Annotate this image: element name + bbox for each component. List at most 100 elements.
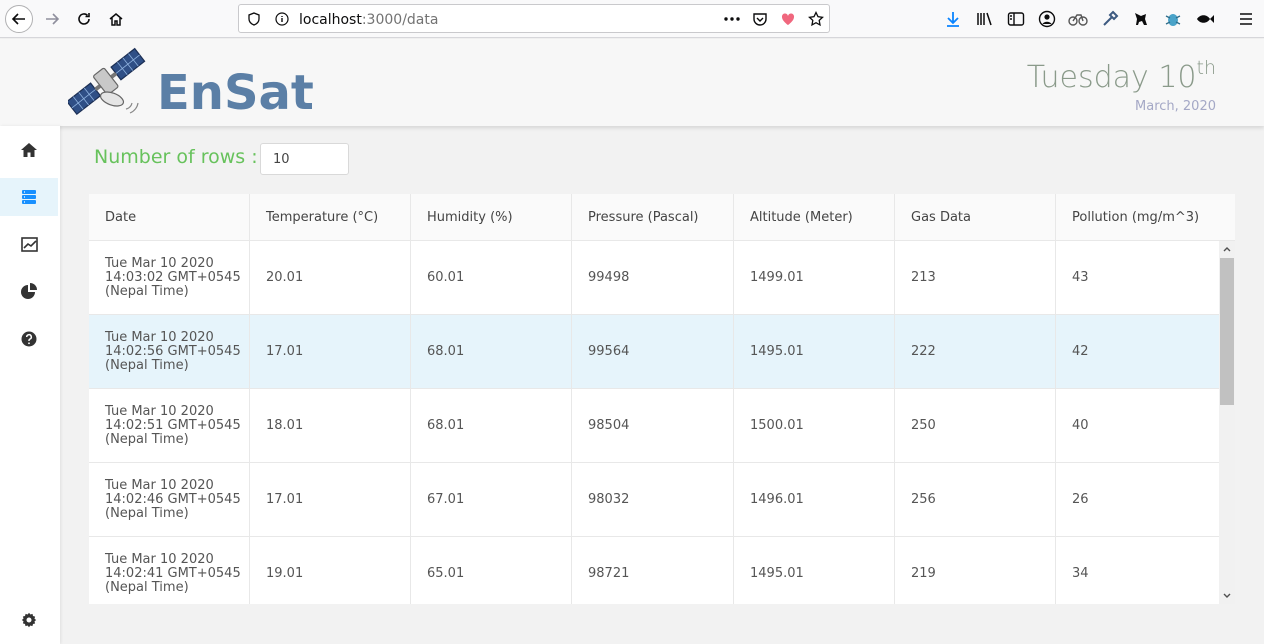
satellite-logo — [66, 47, 146, 119]
column-header-pressure[interactable]: Pressure (Pascal) — [572, 194, 734, 241]
table-row[interactable]: Tue Mar 10 2020 14:02:41 GMT+0545 (Nepal… — [89, 537, 1219, 604]
data-table-icon — [22, 190, 36, 204]
cell-humidity: 65.01 — [411, 537, 572, 604]
cell-pollution: 43 — [1072, 270, 1089, 285]
cell-date: Tue Mar 10 2020 14:02:51 GMT+0545 (Nepal… — [89, 389, 250, 462]
cell-altitude: 1500.01 — [734, 389, 895, 462]
cell-humidity: 60.01 — [411, 241, 572, 314]
table-row[interactable]: Tue Mar 10 2020 14:02:46 GMT+0545 (Nepal… — [89, 463, 1219, 537]
cell-pressure: 99498 — [572, 241, 734, 314]
cell-temperature: 18.01 — [250, 389, 411, 462]
arrow-left-icon — [11, 13, 25, 25]
url-host: localhost — [299, 12, 362, 28]
help-icon — [21, 331, 37, 347]
pie-chart-icon — [21, 283, 37, 299]
reload-icon — [78, 13, 90, 25]
column-header-date[interactable]: Date — [89, 194, 250, 241]
line-chart-icon — [20, 236, 38, 252]
scroll-up-button[interactable] — [1219, 241, 1235, 257]
library-icon[interactable] — [975, 9, 995, 29]
sidebar — [0, 126, 60, 644]
extension-horse-icon[interactable] — [1131, 9, 1151, 29]
download-icon[interactable] — [943, 9, 963, 29]
home-browser-icon — [109, 13, 123, 26]
cell-altitude: 1496.01 — [734, 463, 895, 536]
cell-pollution: 42 — [1072, 344, 1089, 359]
app-header: EnSat Tuesday 10th March, 2020 — [0, 39, 1264, 126]
rows-input[interactable]: 10 — [260, 143, 349, 175]
cell-pressure: 98504 — [572, 389, 734, 462]
column-header-temperature[interactable]: Temperature (°C) — [250, 194, 411, 241]
cell-pressure: 98032 — [572, 463, 734, 536]
column-header-pollution[interactable]: Pollution (mg/m^3) — [1056, 194, 1235, 241]
cell-humidity: 68.01 — [411, 389, 572, 462]
browser-toolbar: localhost:3000/data — [0, 0, 1264, 38]
cell-date: Tue Mar 10 2020 14:03:02 GMT+0545 (Nepal… — [89, 241, 250, 314]
column-header-humidity[interactable]: Humidity (%) — [411, 194, 572, 241]
table-header: Date Temperature (°C) Humidity (%) Press… — [89, 194, 1235, 241]
sidebar-item-data[interactable] — [0, 178, 58, 216]
scrollbar-thumb[interactable] — [1220, 258, 1234, 405]
reload-button[interactable] — [70, 5, 98, 33]
cell-date: Tue Mar 10 2020 14:02:46 GMT+0545 (Nepal… — [89, 463, 250, 536]
cell-gas: 256 — [895, 463, 1056, 536]
cell-gas: 213 — [895, 241, 1056, 314]
cell-temperature: 17.01 — [250, 463, 411, 536]
chevron-up-icon — [1223, 247, 1231, 252]
extension-fish-icon[interactable] — [1195, 9, 1215, 29]
eyedropper-icon[interactable] — [1100, 9, 1120, 29]
extension-bike-icon[interactable] — [1068, 9, 1088, 29]
date-day-suffix: th — [1196, 57, 1217, 79]
cell-date: Tue Mar 10 2020 14:02:56 GMT+0545 (Nepal… — [89, 315, 250, 388]
url-bar[interactable]: localhost:3000/data — [238, 4, 830, 33]
sidebar-item-home[interactable] — [0, 131, 58, 169]
sidebar-item-pie-chart[interactable] — [0, 272, 58, 310]
forward-button[interactable] — [38, 5, 66, 33]
chevron-down-icon — [1223, 593, 1231, 598]
extension-bug-icon[interactable] — [1163, 9, 1183, 29]
brand-title: EnSat — [157, 65, 314, 121]
cell-pollution: 34 — [1072, 566, 1089, 581]
column-header-altitude[interactable]: Altitude (Meter) — [734, 194, 895, 241]
sidebar-item-settings[interactable] — [0, 601, 58, 639]
sidebar-item-help[interactable] — [0, 320, 58, 358]
home-button[interactable] — [102, 5, 130, 33]
table-row[interactable]: Tue Mar 10 2020 14:02:51 GMT+0545 (Nepal… — [89, 389, 1219, 463]
shield-icon[interactable] — [245, 10, 263, 28]
cell-temperature: 20.01 — [250, 241, 411, 314]
cell-altitude: 1495.01 — [734, 537, 895, 604]
back-button[interactable] — [5, 5, 33, 33]
account-icon[interactable] — [1037, 9, 1057, 29]
cell-pressure: 98721 — [572, 537, 734, 604]
cell-temperature: 19.01 — [250, 537, 411, 604]
cell-humidity: 68.01 — [411, 315, 572, 388]
home-icon — [21, 143, 37, 157]
url-text[interactable]: localhost:3000/data — [299, 12, 438, 28]
cell-altitude: 1499.01 — [734, 241, 895, 314]
cell-gas: 250 — [895, 389, 1056, 462]
rows-label: Number of rows : — [94, 146, 258, 168]
cell-altitude: 1495.01 — [734, 315, 895, 388]
more-actions-icon[interactable] — [723, 10, 741, 28]
column-header-gas[interactable]: Gas Data — [895, 194, 1056, 241]
bookmark-star-icon[interactable] — [807, 10, 825, 28]
table-scrollbar[interactable] — [1219, 241, 1235, 604]
scroll-down-button[interactable] — [1219, 588, 1235, 604]
cell-gas: 219 — [895, 537, 1056, 604]
cell-pressure: 99564 — [572, 315, 734, 388]
table-row[interactable]: Tue Mar 10 2020 14:02:56 GMT+0545 (Nepal… — [89, 315, 1219, 389]
info-icon[interactable] — [273, 10, 291, 28]
extension-heart-icon[interactable] — [779, 10, 797, 28]
table-row[interactable]: Tue Mar 10 2020 14:03:02 GMT+0545 (Nepal… — [89, 241, 1219, 315]
cell-date: Tue Mar 10 2020 14:02:41 GMT+0545 (Nepal… — [89, 537, 250, 604]
cell-gas: 222 — [895, 315, 1056, 388]
sidebar-item-line-chart[interactable] — [0, 225, 58, 263]
arrow-right-icon — [46, 13, 60, 25]
cell-pollution: 26 — [1072, 492, 1089, 507]
pocket-icon[interactable] — [751, 10, 769, 28]
cell-humidity: 67.01 — [411, 463, 572, 536]
cell-pollution: 40 — [1072, 418, 1089, 433]
sidebar-toggle-icon[interactable] — [1006, 9, 1026, 29]
date-day-text: Tuesday 10 — [1026, 60, 1197, 95]
menu-icon[interactable] — [1236, 9, 1256, 29]
